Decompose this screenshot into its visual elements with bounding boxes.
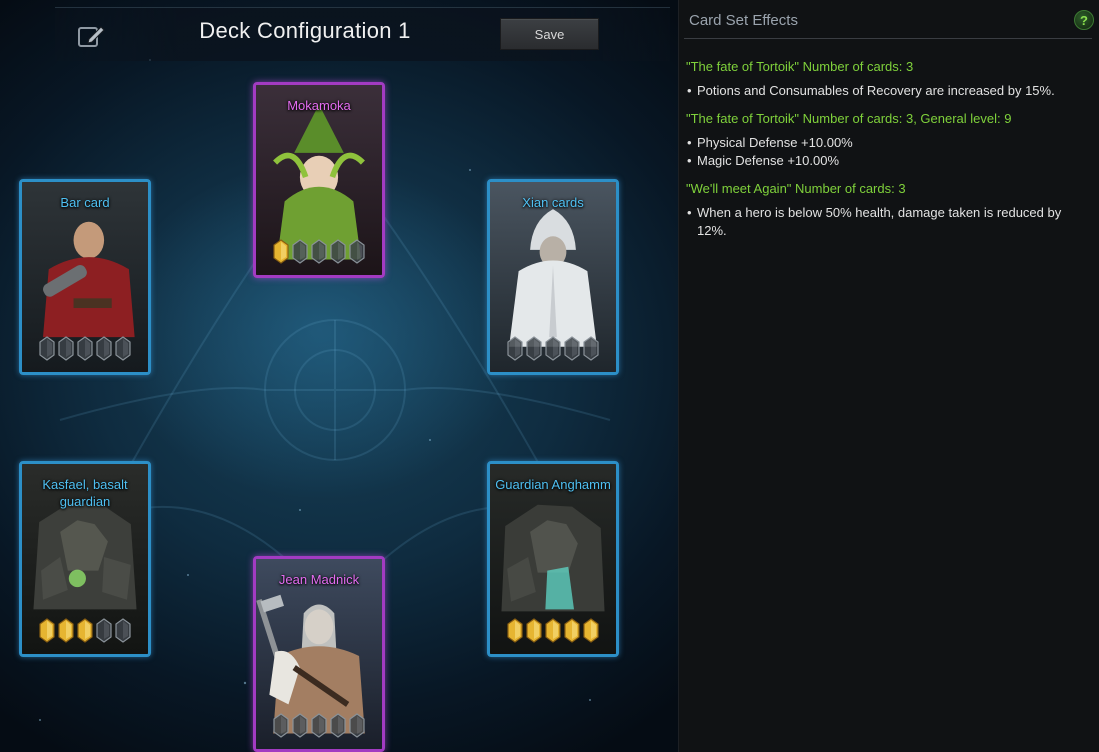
card-level-gems: [22, 336, 148, 364]
gem-empty-icon: [564, 336, 580, 361]
effect-group: "The fate of Tortoik" Number of cards: 3…: [686, 58, 1091, 100]
gem-empty-icon: [115, 618, 131, 643]
gem-empty-icon: [96, 618, 112, 643]
gem-empty-icon: [39, 336, 55, 361]
effect-bullet: Potions and Consumables of Recovery are …: [686, 82, 1091, 100]
card-slot-xian-cards[interactable]: Xian cards: [487, 179, 619, 375]
card-level-gems: [490, 618, 616, 646]
card-set-effects-panel: Card Set Effects ? "The fate of Tortoik"…: [678, 0, 1099, 752]
card-slot-bar-card[interactable]: Bar card: [19, 179, 151, 375]
gem-empty-icon: [273, 713, 289, 738]
gem-empty-icon: [526, 336, 542, 361]
effect-list: "The fate of Tortoik" Number of cards: 3…: [686, 58, 1091, 250]
effect-group: "The fate of Tortoik" Number of cards: 3…: [686, 110, 1091, 170]
card-level-gems: [22, 618, 148, 646]
gem-empty-icon: [58, 336, 74, 361]
help-icon: ?: [1080, 12, 1088, 28]
card-level-gems: [256, 713, 382, 741]
gem-empty-icon: [545, 336, 561, 361]
gem-filled-icon: [583, 618, 599, 643]
card-slot-guardian-anghamm[interactable]: Guardian Anghamm: [487, 461, 619, 657]
deck-board: Deck Configuration 1 Save Mokamoka Bar c…: [0, 0, 678, 752]
gem-filled-icon: [564, 618, 580, 643]
gem-empty-icon: [583, 336, 599, 361]
gem-filled-icon: [545, 618, 561, 643]
effect-title: "The fate of Tortoik" Number of cards: 3: [686, 59, 914, 74]
gem-filled-icon: [77, 618, 93, 643]
gem-empty-icon: [311, 713, 327, 738]
card-name: Mokamoka: [287, 98, 351, 113]
deck-title: Deck Configuration 1: [199, 18, 411, 43]
gem-filled-icon: [507, 618, 523, 643]
gem-empty-icon: [96, 336, 112, 361]
effect-bullet: Magic Defense +10.00%: [686, 152, 1091, 170]
help-button[interactable]: ?: [1074, 10, 1094, 30]
gem-empty-icon: [292, 713, 308, 738]
edit-pencil-icon: [78, 26, 105, 47]
card-name: Bar card: [60, 195, 110, 210]
gem-filled-icon: [526, 618, 542, 643]
save-button[interactable]: Save: [500, 18, 599, 50]
gem-empty-icon: [507, 336, 523, 361]
effect-bullet: When a hero is below 50% health, damage …: [686, 204, 1091, 240]
card-name: Jean Madnick: [278, 572, 360, 587]
card-slot-mokamoka[interactable]: Mokamoka: [253, 82, 385, 278]
effect-bullet: Physical Defense +10.00%: [686, 134, 1091, 152]
gem-empty-icon: [330, 713, 346, 738]
effect-group: "We'll meet Again" Number of cards: 3 Whe…: [686, 180, 1091, 240]
gem-empty-icon: [330, 239, 346, 264]
card-level-gems: [256, 239, 382, 267]
card-level-gems: [490, 336, 616, 364]
effect-title: "The fate of Tortoik" Number of cards: 3…: [686, 111, 1012, 126]
gem-filled-icon: [273, 239, 289, 264]
gem-empty-icon: [115, 336, 131, 361]
effects-title: Card Set Effects: [689, 12, 798, 29]
gem-empty-icon: [77, 336, 93, 361]
card-slot-jean-madnick[interactable]: Jean Madnick: [253, 556, 385, 752]
effect-title: "We'll meet Again" Number of cards: 3: [686, 181, 906, 196]
card-slot-kasfael[interactable]: Kasfael, basalt guardian: [19, 461, 151, 657]
gem-filled-icon: [39, 618, 55, 643]
card-name: Guardian Anghamm: [495, 477, 611, 492]
gem-filled-icon: [58, 618, 74, 643]
gem-empty-icon: [311, 239, 327, 264]
gem-empty-icon: [349, 713, 365, 738]
gem-empty-icon: [349, 239, 365, 264]
gem-empty-icon: [292, 239, 308, 264]
edit-deck-name-button[interactable]: [75, 20, 107, 50]
effects-header: Card Set Effects ?: [684, 6, 1094, 39]
card-name: Kasfael, basalt guardian: [42, 477, 128, 509]
card-name: Xian cards: [522, 195, 584, 210]
